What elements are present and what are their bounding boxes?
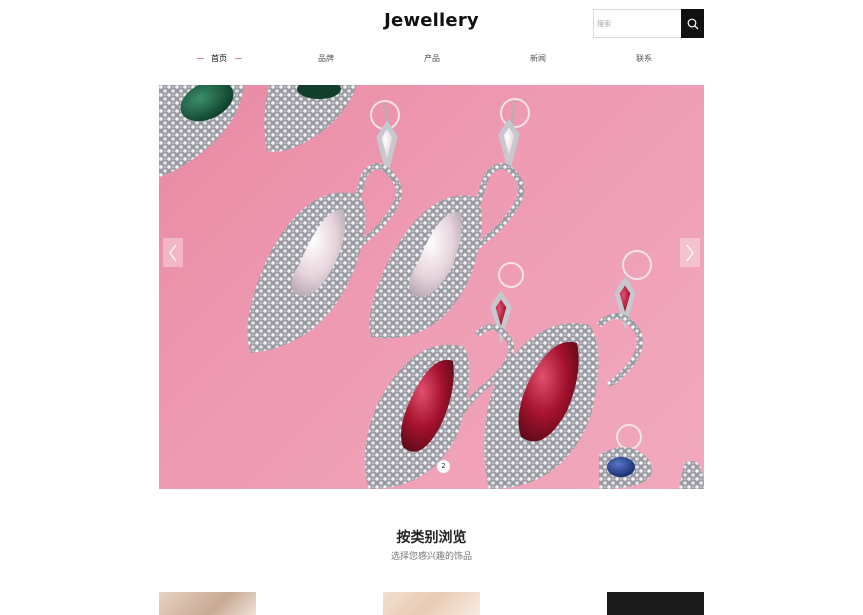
nav-item-news[interactable]: 新闻 [488,53,588,64]
category-thumbnail-3[interactable] [607,592,704,615]
nav-item-brand[interactable]: 品牌 [276,53,376,64]
nav-item-products[interactable]: 产品 [382,53,482,64]
nav-item-contact[interactable]: 联系 [594,53,694,64]
search-box [593,9,704,38]
section-title: 按类别浏览 [396,530,467,546]
banner-image [159,85,704,489]
banner-next-button[interactable] [680,238,700,267]
search-input[interactable] [594,10,680,37]
chevron-right-icon [686,244,694,261]
banner-prev-button[interactable] [163,238,183,267]
search-button[interactable] [681,9,704,38]
site-logo[interactable]: Jewellery [0,10,863,31]
category-thumbnail-1[interactable] [159,592,256,615]
section-subtitle: 选择您感兴趣的饰品 [390,552,472,562]
category-thumbnail-2[interactable] [383,592,480,615]
chevron-left-icon [169,244,177,261]
hero-banner: 2 [159,85,704,489]
slide-indicator[interactable]: 2 [437,460,450,473]
search-icon [687,18,698,29]
nav-item-home[interactable]: 首页 [169,53,269,64]
main-nav: 首页 品牌 产品 新闻 联系 [160,53,703,67]
nav-active-dash-right [235,58,242,59]
